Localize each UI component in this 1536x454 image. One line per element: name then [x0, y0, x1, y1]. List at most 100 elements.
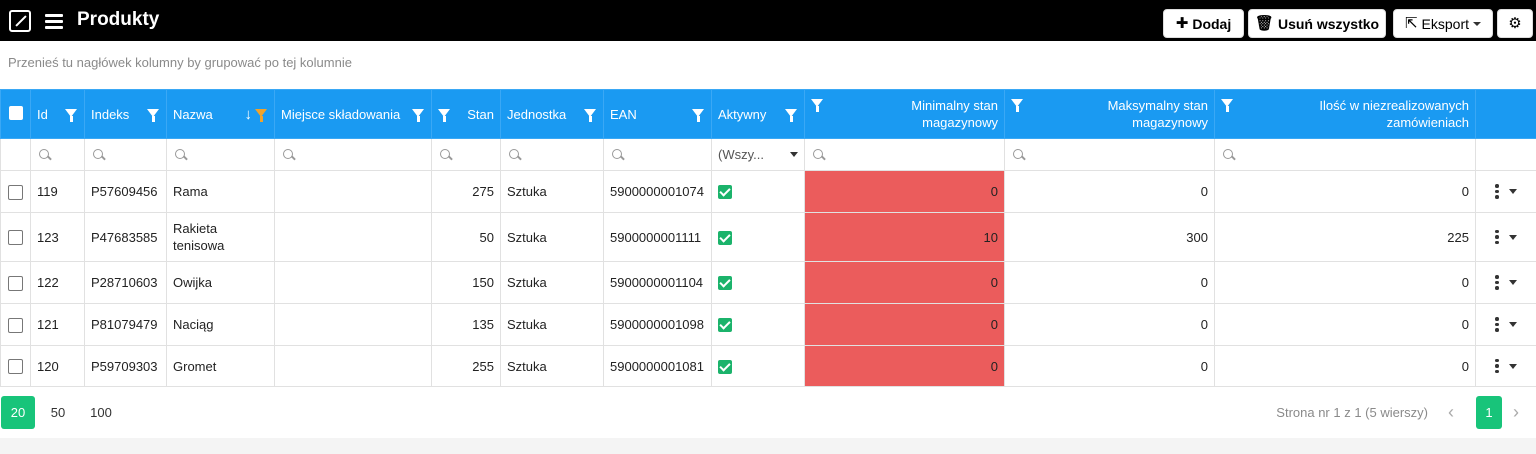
column-header-pending-orders[interactable]: Ilość w niezrealizowanych zamówieniach — [1214, 89, 1476, 139]
filter-icon[interactable] — [692, 109, 705, 122]
filter-icon[interactable] — [65, 109, 78, 122]
table-row[interactable]: 119 P57609456 Rama 275 Sztuka 5900000001… — [0, 170, 1536, 213]
cell-min-stock: 10 — [804, 212, 1005, 262]
column-header-name[interactable]: Nazwa ↓ — [166, 89, 275, 139]
column-header-ean[interactable]: EAN — [603, 89, 712, 139]
chevron-down-icon[interactable] — [1508, 234, 1517, 240]
chevron-down-icon[interactable] — [1508, 280, 1517, 285]
settings-button[interactable]: ⚙ — [1497, 9, 1533, 38]
kebab-menu-icon[interactable] — [1495, 229, 1499, 245]
group-panel[interactable]: Przenieś tu nagłówek kolumny by grupować… — [0, 41, 1536, 89]
filter-input-location[interactable] — [274, 138, 432, 171]
search-icon — [813, 149, 823, 159]
column-header-id[interactable]: Id — [30, 89, 85, 139]
filter-input-index[interactable] — [84, 138, 167, 171]
page-size-50[interactable]: 50 — [42, 396, 74, 429]
app-logo-icon[interactable] — [9, 10, 31, 32]
chevron-down-icon[interactable] — [1508, 363, 1517, 369]
delete-all-button[interactable]: 🗑 Usuń wszystko — [1248, 9, 1386, 38]
cell-location — [274, 261, 432, 304]
select-all-checkbox[interactable] — [8, 105, 23, 120]
filter-input-ean[interactable] — [603, 138, 712, 171]
column-header-stock[interactable]: Stan — [431, 89, 501, 139]
column-header-min-stock[interactable]: Minimalny stan magazynowy — [804, 89, 1005, 139]
select-all-header[interactable] — [0, 89, 31, 139]
filter-input-min-stock[interactable] — [804, 138, 1005, 171]
row-select-cell[interactable] — [0, 212, 31, 262]
column-header-max-stock[interactable]: Maksymalny stan magazynowy — [1004, 89, 1215, 139]
row-select-cell[interactable] — [0, 261, 31, 304]
cell-stock: 275 — [431, 170, 501, 213]
filter-select-value: (Wszy... — [718, 147, 764, 162]
column-header-unit[interactable]: Jednostka — [500, 89, 604, 139]
cell-min-stock: 0 — [804, 261, 1005, 304]
filter-icon[interactable] — [584, 109, 597, 122]
table-row[interactable]: 121 P81079479 Naciąg 135 Sztuka 59000000… — [0, 303, 1536, 346]
cell-actions — [1475, 170, 1536, 213]
chevron-down-icon[interactable] — [1508, 189, 1517, 194]
cell-id: 120 — [30, 345, 85, 387]
table-row[interactable]: 122 P28710603 Owijka 150 Sztuka 59000000… — [0, 261, 1536, 304]
column-header-location[interactable]: Miejsce składowania — [274, 89, 432, 139]
row-checkbox[interactable] — [8, 184, 23, 200]
table-row[interactable]: 120 P59709303 Gromet 255 Sztuka 59000000… — [0, 345, 1536, 387]
cell-actions — [1475, 345, 1536, 387]
filter-input-name[interactable] — [166, 138, 275, 171]
kebab-menu-icon[interactable] — [1495, 184, 1499, 199]
cell-pending-orders: 0 — [1214, 261, 1476, 304]
search-icon — [1013, 149, 1023, 159]
filter-icon[interactable] — [412, 109, 425, 122]
row-checkbox[interactable] — [8, 275, 23, 291]
add-button[interactable]: ✚ Dodaj — [1163, 9, 1244, 38]
kebab-menu-icon[interactable] — [1495, 275, 1499, 290]
cell-pending-orders: 0 — [1214, 345, 1476, 387]
row-select-cell[interactable] — [0, 170, 31, 213]
page-button-1[interactable]: 1 — [1476, 396, 1502, 429]
cell-max-stock: 0 — [1004, 303, 1215, 346]
hamburger-menu-icon[interactable] — [45, 14, 63, 29]
kebab-menu-icon[interactable] — [1495, 358, 1499, 374]
cell-max-stock: 0 — [1004, 170, 1215, 213]
cell-unit: Sztuka — [500, 170, 604, 213]
filter-icon[interactable] — [255, 109, 268, 122]
filter-select-active[interactable]: (Wszy... — [711, 138, 805, 171]
filter-input-max-stock[interactable] — [1004, 138, 1215, 171]
cell-stock: 50 — [431, 212, 501, 262]
row-checkbox[interactable] — [8, 230, 23, 246]
filter-icon[interactable] — [1011, 99, 1024, 112]
page-size-20[interactable]: 20 — [1, 396, 35, 429]
cell-location — [274, 345, 432, 387]
cell-name: Gromet — [166, 345, 275, 387]
filter-input-pending-orders[interactable] — [1214, 138, 1476, 171]
column-header-index[interactable]: Indeks — [84, 89, 167, 139]
cell-ean: 5900000001104 — [603, 261, 712, 304]
search-icon — [440, 149, 450, 159]
cell-stock: 135 — [431, 303, 501, 346]
filter-icon[interactable] — [785, 109, 798, 122]
kebab-menu-icon[interactable] — [1495, 317, 1499, 332]
chevron-down-icon[interactable] — [1508, 322, 1517, 327]
filter-icon[interactable] — [438, 109, 451, 122]
cell-pending-orders: 0 — [1214, 303, 1476, 346]
filter-icon[interactable] — [147, 109, 160, 122]
filter-icon[interactable] — [1221, 99, 1234, 112]
footer-bar — [0, 438, 1536, 454]
cell-name: Naciąg — [166, 303, 275, 346]
filter-input-stock[interactable] — [431, 138, 501, 171]
row-select-cell[interactable] — [0, 345, 31, 387]
filter-input-id[interactable] — [30, 138, 85, 171]
search-icon — [1223, 149, 1233, 159]
column-header-active[interactable]: Aktywny — [711, 89, 805, 139]
filter-input-unit[interactable] — [500, 138, 604, 171]
row-checkbox[interactable] — [8, 359, 23, 375]
prev-page-icon[interactable]: ‹ — [1448, 402, 1454, 423]
cell-active — [711, 170, 805, 213]
row-checkbox[interactable] — [8, 317, 23, 333]
page-size-100[interactable]: 100 — [82, 396, 120, 429]
filter-icon[interactable] — [811, 99, 824, 112]
export-dropdown-button[interactable]: ⇱ Eksport — [1393, 9, 1493, 38]
table-row[interactable]: 123 P47683585 Rakieta tenisowa 50 Sztuka… — [0, 212, 1536, 262]
next-page-icon[interactable]: › — [1513, 402, 1519, 423]
cell-min-stock: 0 — [804, 170, 1005, 213]
row-select-cell[interactable] — [0, 303, 31, 346]
